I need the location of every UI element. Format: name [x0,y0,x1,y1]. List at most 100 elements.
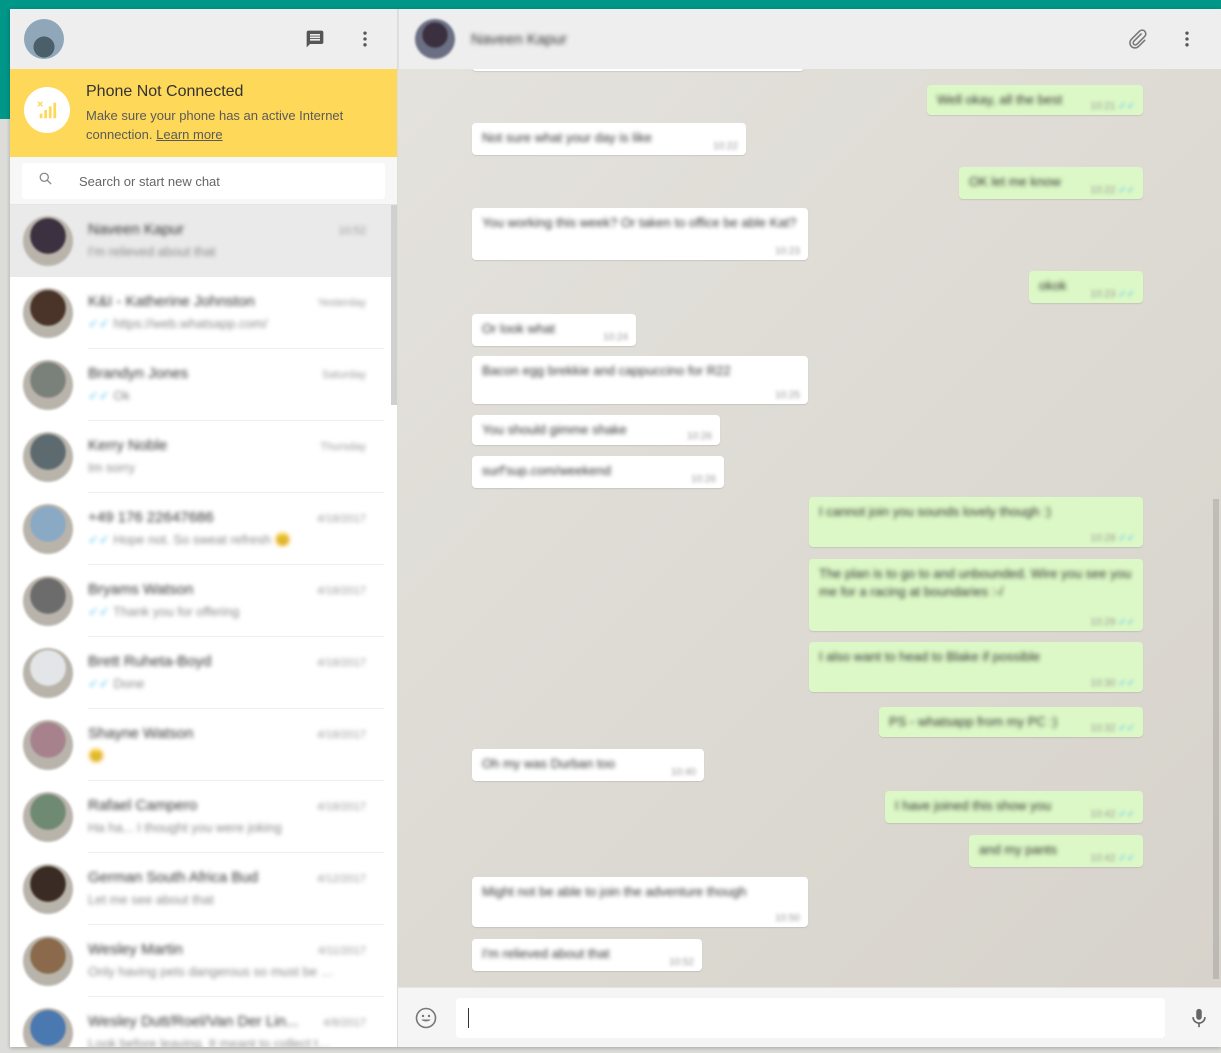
chat-list-scrollbar[interactable] [391,205,397,405]
menu-kebab-icon[interactable] [353,27,377,51]
message-text: I also want to head to Blake if possible [819,649,1041,664]
incoming-message[interactable]: I'm relieved about that 10:52 [472,939,702,971]
chat-time: Saturday [321,369,366,381]
chat-list-item[interactable]: Rafael Campero 4/18/2017 Ha ha... I though… [10,781,397,853]
message-text: Might not be able to join the adventure … [482,884,747,899]
chat-name: Shayne Watson [88,725,194,742]
chat-list-item[interactable]: German South Africa Bud 4/12/2017 Let me s… [10,853,397,925]
message-text: You should gimme shake [482,422,627,437]
incoming-message[interactable]: Might not be able to join the adventure … [472,877,808,927]
incoming-message[interactable]: You working this week? Or taken to offic… [472,208,808,260]
chat-list-item[interactable]: Shayne Watson 4/18/2017 😊 [10,709,397,781]
message-text: You working this week? Or taken to offic… [482,215,797,230]
chat-item-body: Bryams Watson 4/18/2017 ✓✓ Thank you for o… [88,565,384,637]
outgoing-message[interactable]: okok 10:23 [1029,271,1143,303]
chat-preview: Look before leaving. It meant to collect… [88,1036,338,1047]
chat-time: 4/18/2017 [317,513,366,525]
chat-list: Naveen Kapur 10:52 I'm relieved about that… [10,205,397,1047]
chat-list-item[interactable]: Brett Ruheta-Boyd 4/18/2017 ✓✓ Done [10,637,397,709]
chat-name: Naveen Kapur [88,221,184,238]
chat-avatar [23,648,73,698]
incoming-message[interactable]: You should gimme shake 10:26 [472,415,720,445]
chat-preview-text: Im sorry [88,460,135,475]
double-check-icon: ✓✓ [88,604,114,619]
outgoing-message[interactable]: and my pants 10:42 [969,835,1143,867]
microphone-icon[interactable] [1187,1006,1211,1030]
incoming-message[interactable]: Not sure what your day is like 10:22 [472,123,746,155]
chat-list-item[interactable]: Kerry Noble Thursday Im sorry [10,421,397,493]
no-signal-icon [24,87,70,133]
outgoing-message[interactable]: Well okay, all the best 10:21 [927,85,1143,115]
chat-name: +49 176 22647686 [88,509,214,526]
outgoing-message[interactable]: OK let me know 10:22 [959,167,1143,199]
my-profile-avatar[interactable] [24,19,64,59]
message-time: 10:22 [712,141,738,152]
chat-time: Thursday [320,441,366,453]
chat-list-item[interactable]: Wesley Martin 4/11/2017 Only having pets d… [10,925,397,997]
conversation-menu-icon[interactable] [1175,27,1199,51]
chat-name: Bryams Watson [88,581,194,598]
double-check-icon: ✓✓ [88,532,114,547]
chat-name: K&I - Katherine Johnston [88,293,255,310]
chat-item-body: Naveen Kapur 10:52 I'm relieved about that [88,205,384,277]
conversation-pane: Naveen Kapur Well okay, all the best 10:2… [398,9,1221,1047]
search-box[interactable] [22,163,385,199]
chat-preview: ✓✓ Hope not. So sweat refresh 😊 [88,532,338,548]
chat-name: German South Africa Bud [88,869,259,886]
outgoing-message[interactable]: The plan is to go to and unbounded. Wire… [809,559,1143,631]
incoming-message[interactable]: Or look what 10:24 [472,314,636,346]
outgoing-message[interactable]: PS - whatsapp from my PC :) 10:32 [879,707,1143,737]
message-time: 10:26 [686,431,712,442]
outgoing-message[interactable]: I also want to head to Blake if possible… [809,642,1143,692]
chat-preview-text: Look before leaving. It meant to collect… [88,1036,338,1047]
chat-preview: Let me see about that [88,892,338,907]
message-time: 10:26 [690,474,716,485]
chat-preview: ✓✓ Done [88,676,338,692]
chat-list-item[interactable]: K&I - Katherine Johnston Yesterday ✓✓ http… [10,277,397,349]
chat-avatar [23,576,73,626]
chat-preview-text: Hope not. So sweat refresh 😊 [113,532,291,547]
chat-avatar [23,720,73,770]
incoming-message[interactable]: Oh my was Durban too 10:40 [472,749,704,781]
message-time: 10:21 [1090,101,1135,112]
chat-item-body: Wesley Martin 4/11/2017 Only having pets d… [88,925,384,997]
chat-item-body: Brandyn Jones Saturday ✓✓ Ok [88,349,384,421]
double-check-icon: ✓✓ [88,316,114,331]
chat-avatar [23,1008,73,1047]
chat-time: 4/18/2017 [317,585,366,597]
learn-more-link[interactable]: Learn more [156,127,222,142]
message-input[interactable] [469,1009,1165,1026]
chat-time: 4/12/2017 [317,873,366,885]
message-time: 10:23 [1090,289,1135,300]
chat-name: Wesley Martin [88,941,183,958]
chat-preview-text: Thank you for offering [113,604,240,619]
contact-avatar[interactable] [415,19,455,59]
new-chat-icon[interactable] [303,27,327,51]
chat-list-item[interactable]: +49 176 22647686 4/18/2017 ✓✓ Hope not. So… [10,493,397,565]
chat-preview: Only having pets dangerous so must be ab… [88,964,338,979]
search-input[interactable] [79,173,339,189]
message-time: 10:50 [774,913,800,924]
conversation-scrollbar[interactable] [1213,499,1219,979]
chat-time: 4/8/2017 [323,1017,366,1029]
chat-preview: Im sorry [88,460,338,475]
attach-icon[interactable] [1125,27,1149,51]
chat-list-item[interactable]: Naveen Kapur 10:52 I'm relieved about that [10,205,397,277]
outgoing-message[interactable]: I have joined this show you 10:42 [885,791,1143,823]
message-text: I cannot join you sounds lovely though :… [819,504,1051,519]
banner-text: Make sure your phone has an active Inter… [86,106,383,144]
contact-name[interactable]: Naveen Kapur [471,31,567,48]
outgoing-message[interactable]: I cannot join you sounds lovely though :… [809,497,1143,547]
incoming-message[interactable]: surf'sup.com/weekend 10:26 [472,456,724,488]
incoming-message[interactable]: Bacon egg brekkie and cappuccino for R22… [472,356,808,404]
chat-avatar [23,936,73,986]
message-bubble-partial [472,69,804,71]
chat-preview-text: https://web.whatsapp.com/ [113,316,268,331]
message-time: 10:42 [1090,809,1135,820]
message-input-box[interactable] [456,997,1165,1038]
chat-list-item[interactable]: Wesley Dutt/Roel/Van Der Lin... 4/8/2017 L… [10,997,397,1047]
emoji-icon[interactable] [414,1006,438,1030]
chat-item-body: Rafael Campero 4/18/2017 Ha ha... I though… [88,781,384,853]
chat-list-item[interactable]: Bryams Watson 4/18/2017 ✓✓ Thank you for o… [10,565,397,637]
chat-list-item[interactable]: Brandyn Jones Saturday ✓✓ Ok [10,349,397,421]
